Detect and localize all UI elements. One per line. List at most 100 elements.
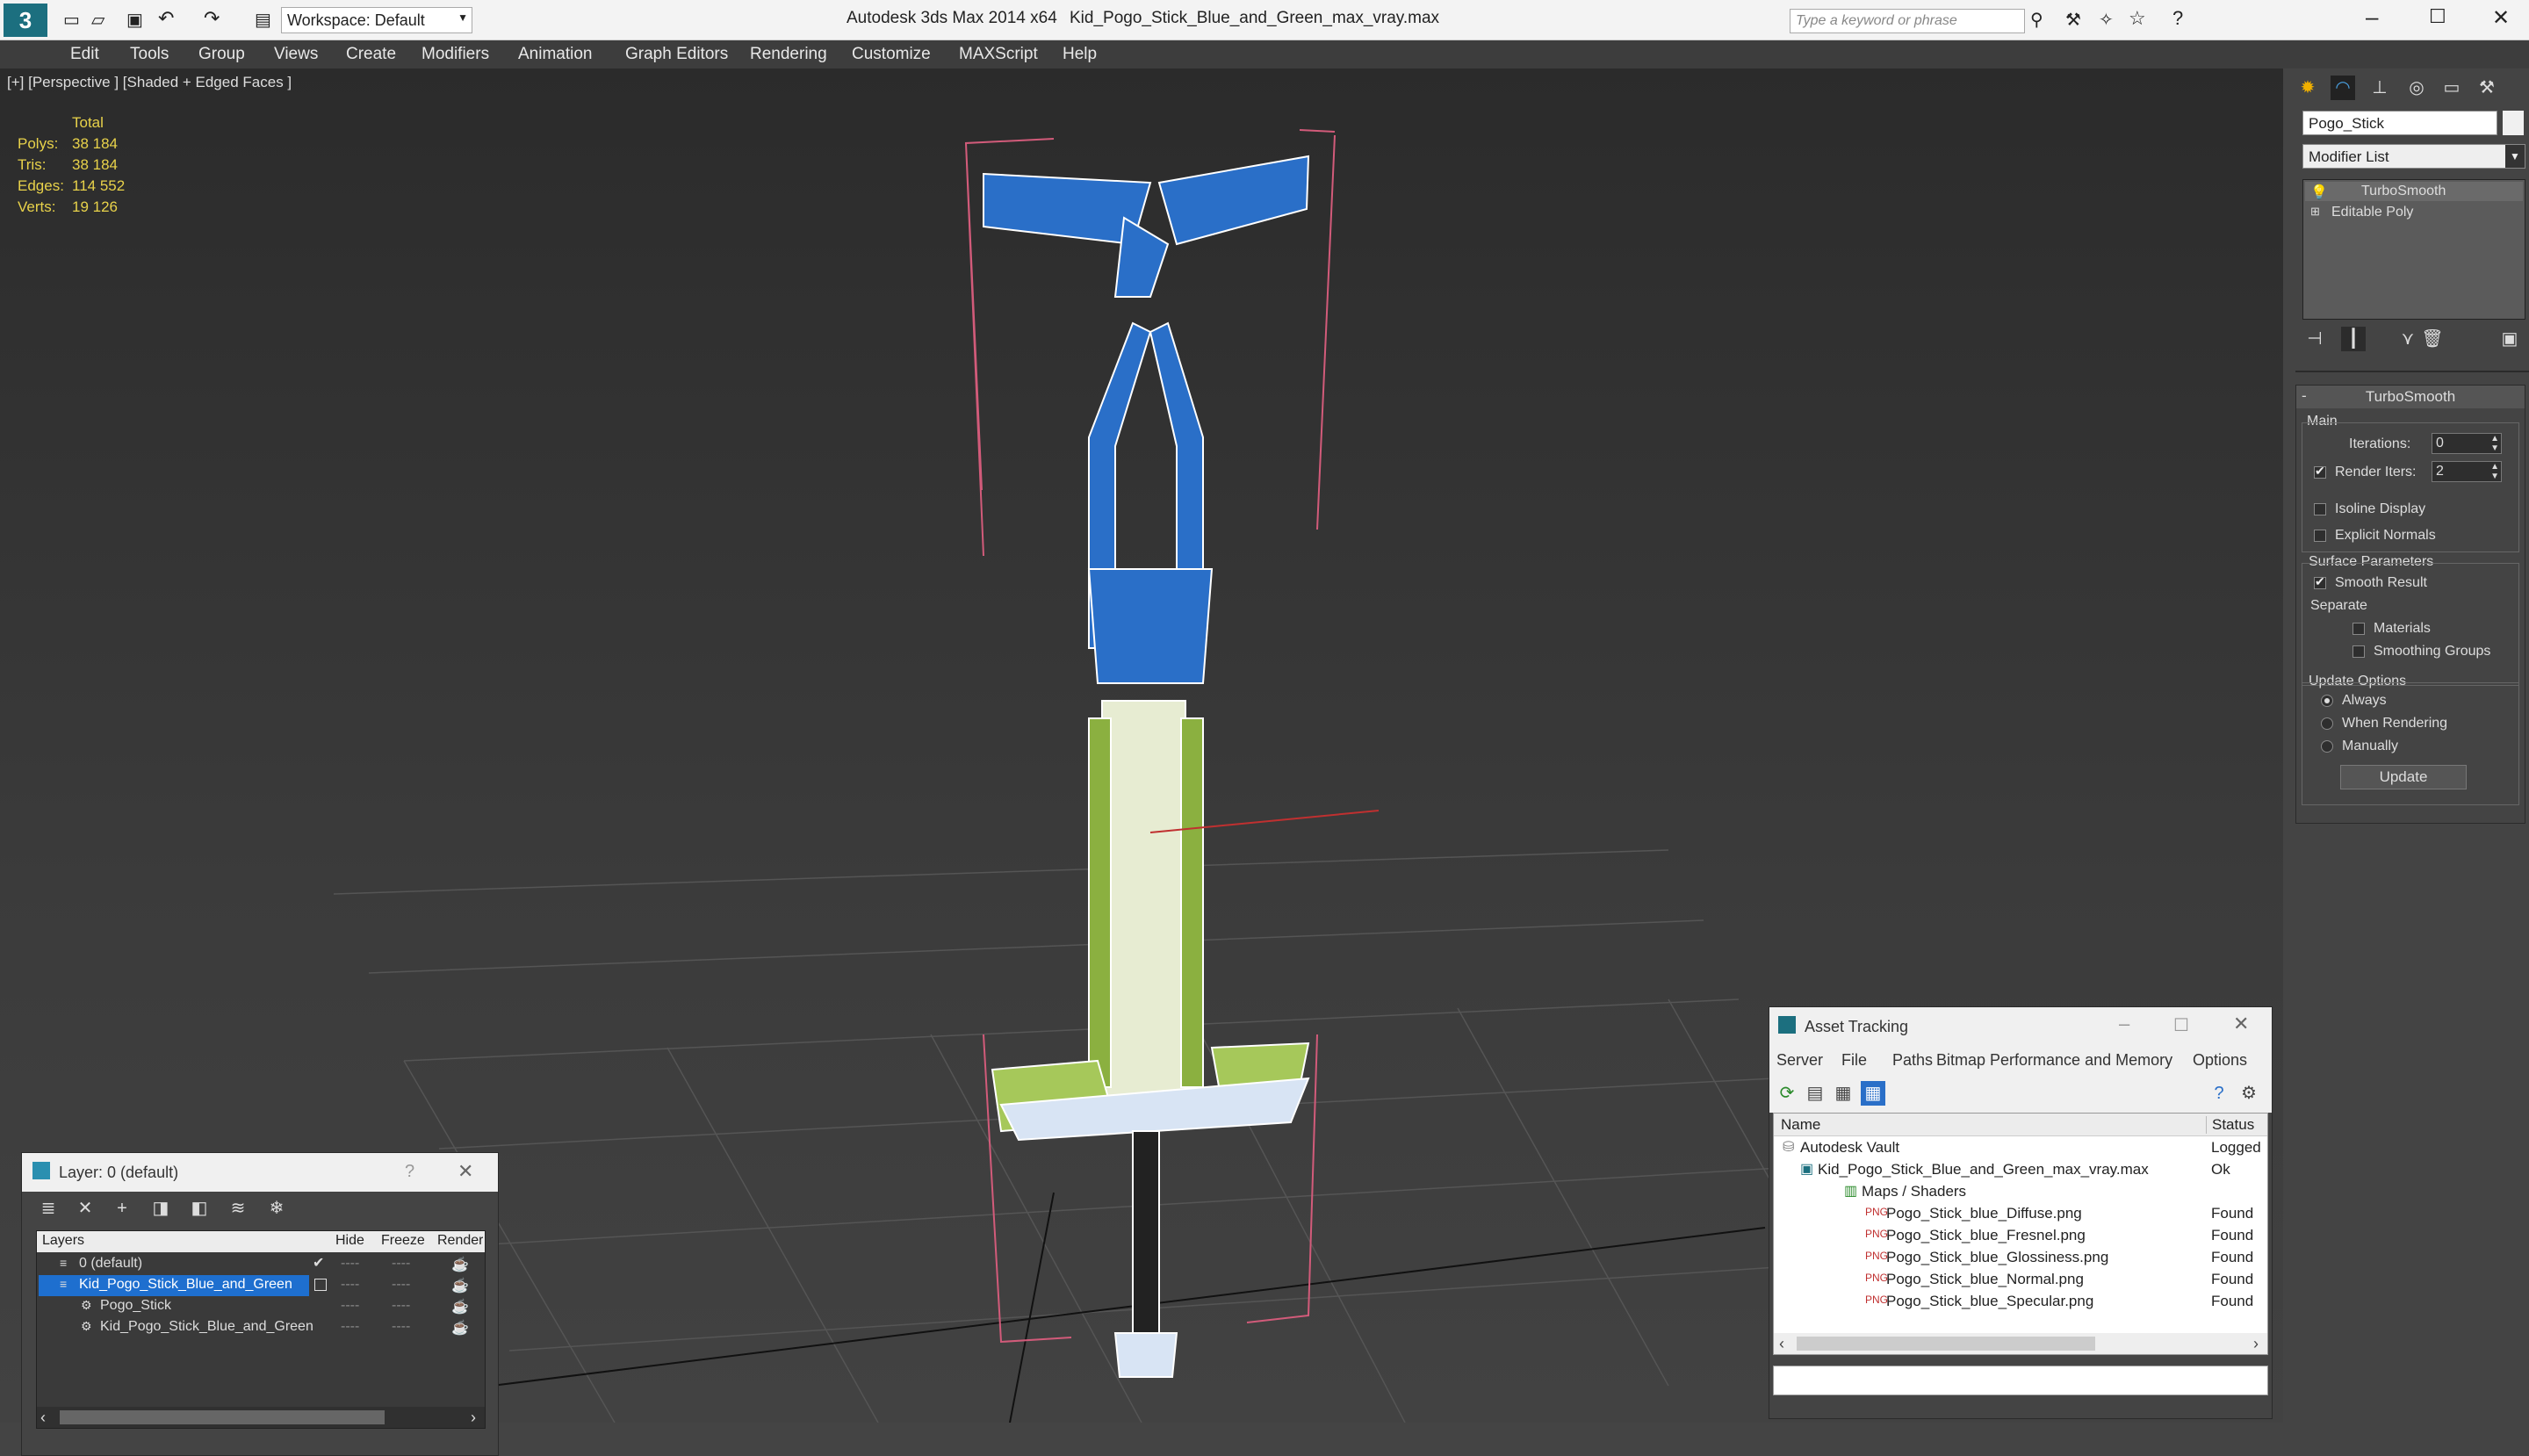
render-teapot-icon[interactable]: ☕ — [451, 1319, 469, 1337]
utilities-tab-icon[interactable]: ⚒ — [2475, 76, 2499, 100]
asset-row[interactable]: ▣ Kid_Pogo_Stick_Blue_and_Green_max_vray… — [1774, 1158, 2267, 1180]
maximize-icon[interactable]: ☐ — [2429, 5, 2446, 28]
remove-modifier-icon[interactable]: 🗑 — [2420, 327, 2445, 351]
menu-graph-editors[interactable]: Graph Editors — [625, 45, 728, 64]
asset-window-titlebar[interactable]: Asset Tracking – ☐ ✕ — [1769, 1007, 2272, 1046]
list-view-icon[interactable]: ▤ — [1803, 1081, 1827, 1106]
menu-create[interactable]: Create — [346, 45, 396, 64]
menu-edit[interactable]: Edit — [70, 45, 99, 64]
asset-menu-file[interactable]: File — [1841, 1051, 1867, 1070]
menu-group[interactable]: Group — [198, 45, 245, 64]
iterations-spinner[interactable]: 0 ▲ ▼ — [2432, 433, 2502, 454]
favorites-star-icon[interactable]: ☆ — [2129, 7, 2146, 30]
project-icon[interactable]: ▤ — [255, 9, 271, 31]
new-file-icon[interactable]: ▭ — [63, 9, 80, 31]
active-check-icon[interactable]: ✔ — [313, 1254, 324, 1272]
smoothing-groups-checkbox[interactable] — [2352, 645, 2365, 658]
hide-toggle[interactable]: ---- — [341, 1256, 359, 1272]
search-input[interactable]: Type a keyword or phrase — [1790, 9, 2025, 33]
always-radio[interactable] — [2321, 695, 2333, 707]
create-layer-icon[interactable]: ≣ — [36, 1196, 61, 1221]
render-teapot-icon[interactable]: ☕ — [451, 1298, 469, 1315]
asset-row[interactable]: PNG Pogo_Stick_blue_Glossiness.png Found — [1774, 1246, 2267, 1268]
column-render[interactable]: Render — [437, 1233, 483, 1249]
minimize-icon[interactable]: – — [2366, 4, 2378, 31]
horizontal-scrollbar[interactable]: ‹ › — [37, 1407, 485, 1428]
close-icon[interactable]: ✕ — [2233, 1013, 2249, 1035]
workspace-dropdown[interactable]: Workspace: Default ▼ — [281, 7, 472, 33]
asset-row[interactable]: PNG Pogo_Stick_blue_Specular.png Found — [1774, 1290, 2267, 1312]
scroll-left-icon[interactable]: ‹ — [1779, 1335, 1784, 1353]
freeze-toggle[interactable]: ---- — [392, 1256, 410, 1272]
asset-row[interactable]: PNG Pogo_Stick_blue_Normal.png Found — [1774, 1268, 2267, 1290]
render-iters-checkbox[interactable] — [2314, 464, 2326, 479]
menu-help[interactable]: Help — [1063, 45, 1097, 64]
object-color-swatch[interactable] — [2503, 111, 2524, 135]
table-view-icon[interactable]: ▦ — [1861, 1081, 1885, 1106]
add-to-layer-icon[interactable]: + — [110, 1196, 134, 1221]
app-logo-icon[interactable]: 3 — [4, 4, 47, 37]
asset-row[interactable]: ⛁ Autodesk Vault Logged — [1774, 1136, 2267, 1158]
motion-tab-icon[interactable]: ◎ — [2404, 76, 2429, 100]
column-status[interactable]: Status — [2206, 1116, 2254, 1134]
help-icon[interactable]: ? — [405, 1162, 414, 1182]
render-iters-spinner[interactable]: 2 ▲ ▼ — [2432, 461, 2502, 482]
select-layer-icon[interactable]: ◧ — [187, 1196, 212, 1221]
layer-list[interactable]: Layers Hide Freeze Render ≡ 0 (default) … — [36, 1230, 486, 1429]
hide-all-icon[interactable]: ≋ — [226, 1196, 250, 1221]
scroll-thumb[interactable] — [1797, 1337, 2095, 1351]
delete-layer-icon[interactable]: ✕ — [73, 1196, 97, 1221]
layer-row[interactable]: ⚙ Kid_Pogo_Stick_Blue_and_Green ---- ---… — [37, 1317, 485, 1339]
column-name[interactable]: Name — [1781, 1116, 1820, 1134]
asset-row[interactable]: PNG Pogo_Stick_blue_Fresnel.png Found — [1774, 1224, 2267, 1246]
asset-row[interactable]: PNG Pogo_Stick_blue_Diffuse.png Found — [1774, 1202, 2267, 1224]
asset-row[interactable]: ▥ Maps / Shaders — [1774, 1180, 2267, 1202]
smooth-result-checkbox[interactable] — [2314, 574, 2326, 589]
column-hide[interactable]: Hide — [335, 1233, 364, 1249]
materials-checkbox[interactable] — [2352, 623, 2365, 635]
help-icon[interactable]: ? — [2207, 1081, 2231, 1106]
select-objects-icon[interactable]: ◨ — [148, 1196, 173, 1221]
binoculars-icon[interactable]: ⚲ — [2030, 9, 2043, 31]
settings-icon[interactable]: ⚙ — [2237, 1081, 2261, 1106]
hierarchy-tab-icon[interactable]: ⊥ — [2367, 76, 2392, 100]
collapse-icon[interactable]: - — [2302, 387, 2307, 405]
menu-animation[interactable]: Animation — [518, 45, 593, 64]
render-teapot-icon[interactable]: ☕ — [451, 1256, 469, 1273]
update-button[interactable]: Update — [2340, 765, 2467, 789]
when-rendering-radio[interactable] — [2321, 717, 2333, 730]
asset-tracking-window[interactable]: Asset Tracking – ☐ ✕ Server File Paths B… — [1769, 1006, 2273, 1419]
scroll-right-icon[interactable]: › — [2253, 1335, 2259, 1353]
spinner-arrows-icon[interactable]: ▲ ▼ — [2490, 462, 2499, 481]
isoline-checkbox[interactable] — [2314, 503, 2326, 515]
layer-manager-window[interactable]: Layer: 0 (default) ? ✕ ≣ ✕ + ◨ ◧ ≋ ❄ Lay… — [21, 1152, 499, 1456]
show-end-result-icon[interactable]: ┃ — [2341, 327, 2366, 351]
menu-rendering[interactable]: Rendering — [750, 45, 827, 64]
create-tab-icon[interactable]: ✹ — [2295, 76, 2320, 100]
asset-menu-paths[interactable]: Paths — [1892, 1051, 1933, 1070]
active-box-icon[interactable] — [314, 1279, 327, 1291]
make-unique-icon[interactable]: ⋎ — [2396, 327, 2420, 351]
menu-views[interactable]: Views — [274, 45, 318, 64]
hide-toggle[interactable]: ---- — [341, 1298, 359, 1314]
object-name-field[interactable]: Pogo_Stick — [2302, 111, 2497, 135]
freeze-toggle[interactable]: ---- — [392, 1298, 410, 1314]
menu-modifiers[interactable]: Modifiers — [422, 45, 489, 64]
spinner-arrows-icon[interactable]: ▲ ▼ — [2490, 434, 2499, 453]
modifier-stack[interactable]: 💡 TurboSmooth ⊞ Editable Poly — [2302, 179, 2525, 320]
maximize-icon[interactable]: ☐ — [2173, 1014, 2189, 1036]
tree-view-icon[interactable]: ▦ — [1831, 1081, 1855, 1106]
undo-icon[interactable]: ↶ — [158, 7, 174, 30]
configure-sets-icon[interactable]: ▣ — [2497, 327, 2522, 351]
redo-icon[interactable]: ↷ — [204, 7, 220, 30]
menu-customize[interactable]: Customize — [852, 45, 931, 64]
asset-menu-server[interactable]: Server — [1776, 1051, 1823, 1070]
open-file-icon[interactable]: ▱ — [91, 9, 104, 31]
expand-plus-icon[interactable]: ⊞ — [2310, 205, 2320, 219]
rollout-header[interactable]: - TurboSmooth — [2296, 386, 2525, 408]
lightbulb-icon[interactable]: 💡 — [2310, 184, 2328, 201]
help-icon[interactable]: ? — [2172, 7, 2183, 30]
stack-item-turbosmooth[interactable]: 💡 TurboSmooth — [2305, 182, 2523, 201]
render-teapot-icon[interactable]: ☕ — [451, 1277, 469, 1294]
save-icon[interactable]: ▣ — [126, 9, 143, 31]
